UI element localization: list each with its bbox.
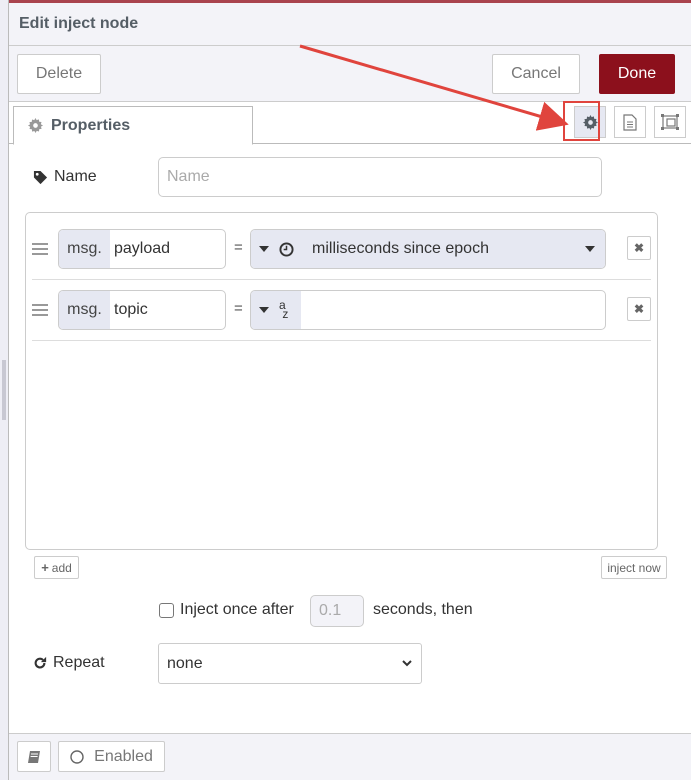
- appearance-icon: [661, 114, 679, 130]
- name-input[interactable]: Name: [158, 157, 602, 197]
- name-placeholder: Name: [167, 168, 210, 185]
- inject-now-button[interactable]: inject now: [601, 556, 667, 579]
- add-rule-button[interactable]: + add: [34, 556, 79, 579]
- gear-icon: [582, 114, 598, 130]
- tabs-row: Properties: [9, 102, 691, 145]
- operator: =: [234, 300, 243, 317]
- property-prefix: msg.: [59, 291, 110, 329]
- enabled-toggle[interactable]: Enabled: [58, 741, 165, 772]
- resize-handle[interactable]: [2, 360, 6, 420]
- value-type-select[interactable]: milliseconds since epoch: [250, 229, 606, 269]
- file-text-icon: [623, 113, 637, 131]
- tag-icon: [33, 170, 48, 184]
- property-prefix: msg.: [59, 230, 110, 268]
- repeat-label-group: Repeat: [33, 652, 105, 674]
- enabled-label: Enabled: [94, 747, 153, 765]
- value-type-select[interactable]: a z: [251, 291, 301, 329]
- plus-icon: +: [41, 560, 49, 575]
- cancel-button[interactable]: Cancel: [492, 54, 580, 94]
- property-value: topic: [114, 301, 148, 318]
- repeat-value: none: [167, 654, 203, 672]
- name-label: Name: [54, 168, 97, 185]
- inject-once-label: Inject once after: [180, 601, 294, 618]
- inject-once-group: Inject once after: [159, 599, 294, 621]
- caret-down-icon: [585, 246, 595, 252]
- clock-icon: [279, 241, 294, 257]
- done-button[interactable]: Done: [599, 54, 675, 94]
- remove-rule-button[interactable]: ✖: [627, 297, 651, 321]
- tab-properties[interactable]: Properties: [13, 106, 253, 145]
- caret-down-icon: [259, 246, 269, 252]
- rules-list: msg. payload = milliseconds since epoch …: [25, 212, 658, 550]
- operator: =: [234, 239, 243, 256]
- repeat-label: Repeat: [53, 654, 105, 671]
- rule-row: msg. topic = a z ✖: [32, 280, 651, 341]
- value-type-label: milliseconds since epoch: [312, 240, 489, 257]
- delete-button[interactable]: Delete: [17, 54, 101, 94]
- drag-handle-icon[interactable]: [32, 304, 48, 316]
- drag-handle-icon[interactable]: [32, 243, 48, 255]
- tab-description[interactable]: [614, 106, 646, 138]
- rule-row: msg. payload = milliseconds since epoch …: [32, 219, 651, 280]
- repeat-select[interactable]: none: [158, 643, 422, 684]
- node-help-button[interactable]: [17, 741, 51, 772]
- tab-settings[interactable]: [574, 106, 606, 138]
- tab-appearance[interactable]: [654, 106, 686, 138]
- tab-properties-label: Properties: [51, 116, 131, 134]
- caret-down-icon: [259, 307, 269, 313]
- name-label-group: Name: [33, 166, 97, 188]
- property-input[interactable]: msg. topic: [58, 290, 226, 330]
- chevron-down-icon: [402, 660, 412, 667]
- tray-toolbar: Delete Cancel Done: [9, 46, 691, 102]
- inject-delay-suffix: seconds, then: [373, 601, 473, 618]
- gear-icon: [28, 118, 43, 133]
- sidebar-edge: [0, 0, 9, 780]
- tray-footer: Enabled: [9, 733, 691, 780]
- value-input[interactable]: a z: [250, 290, 606, 330]
- string-az-icon: a z: [279, 298, 289, 321]
- circle-icon: [70, 749, 84, 764]
- inject-once-checkbox[interactable]: [159, 602, 174, 618]
- property-input[interactable]: msg. payload: [58, 229, 226, 269]
- inject-delay-input[interactable]: 0.1: [310, 595, 364, 627]
- add-label: add: [51, 560, 72, 575]
- refresh-icon: [34, 656, 47, 669]
- property-value: payload: [114, 240, 171, 257]
- book-icon: [28, 750, 40, 763]
- remove-rule-button[interactable]: ✖: [627, 236, 651, 260]
- tray-title: Edit inject node: [9, 3, 691, 46]
